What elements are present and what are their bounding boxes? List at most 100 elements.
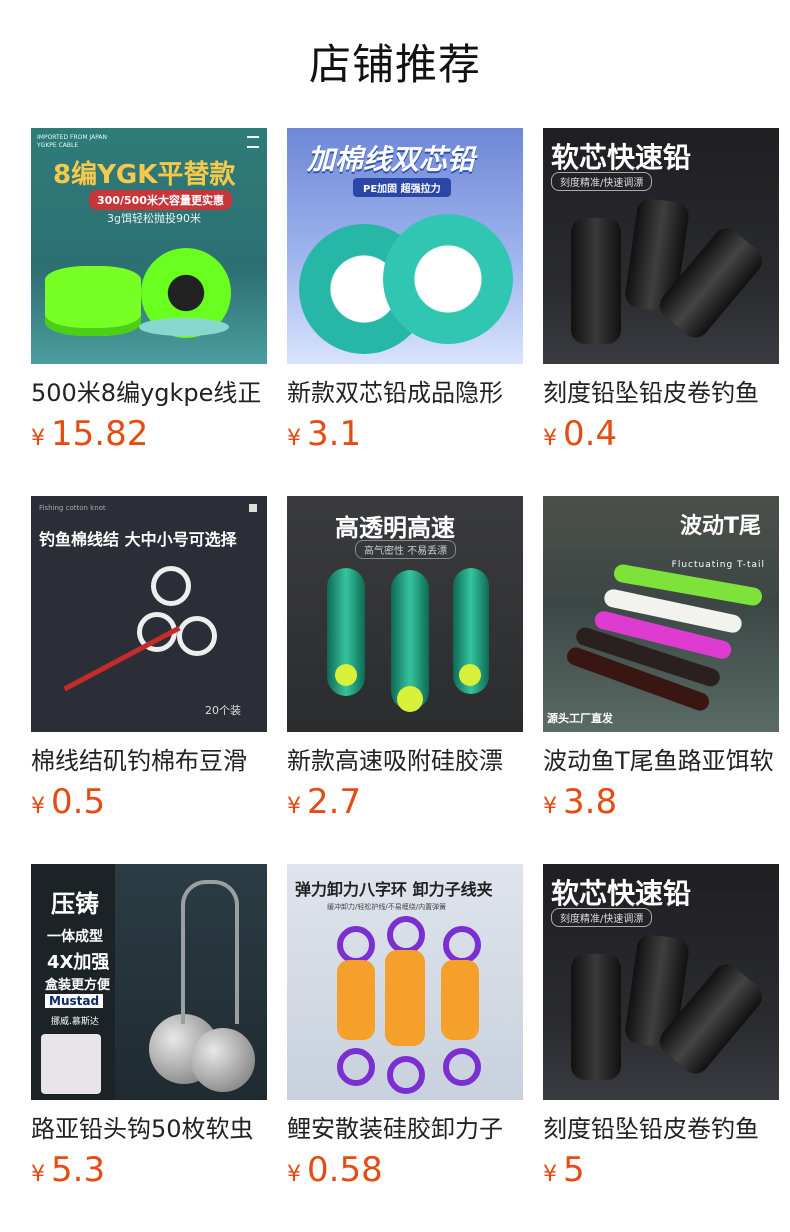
product-card[interactable]: 波动T尾 Fluctuating T-tail 源头工厂直发 波动鱼T尾鱼路亚饵… <box>543 496 779 864</box>
image-subtitle: Fluctuating T-tail <box>671 560 765 570</box>
image-subtitle: 高气密性 不易丢漂 <box>355 540 457 559</box>
swivel-body-icon <box>385 950 425 1046</box>
grid-icon <box>249 504 257 512</box>
currency-symbol: ¥ <box>31 1162 45 1187</box>
product-name[interactable]: 新款双芯铅成品隐形 <box>287 376 523 410</box>
image-subtitle: 刻度精准/快速调漂 <box>551 172 653 191</box>
image-headline: 加棉线双芯铅 <box>307 143 476 176</box>
image-caption: 20个装 <box>205 704 241 717</box>
product-card[interactable]: 压铸 一体成型 4X加强 盒装更方便 Mustad 挪威.慕斯达 路亚铅头钩50… <box>31 864 267 1232</box>
image-caption: 源头工厂直发 <box>547 712 613 725</box>
image-headline: 软芯快速铅 <box>551 141 692 174</box>
price-value: 3.1 <box>307 414 362 454</box>
price-value: 0.5 <box>51 782 106 822</box>
product-price: ¥0.5 <box>31 782 267 826</box>
product-name[interactable]: 500米8编ygkpe线正 <box>31 376 267 410</box>
product-card[interactable]: 高透明高速 高气密性 不易丢漂 新款高速吸附硅胶漂 ¥2.7 <box>287 496 523 864</box>
sinker-icon <box>571 954 621 1080</box>
product-price: ¥5 <box>543 1150 779 1194</box>
swivel-body-icon <box>441 960 479 1040</box>
product-price: ¥0.4 <box>543 414 779 458</box>
image-caption: 4X加强 <box>47 952 110 973</box>
product-name[interactable]: 棉线结矶钓棉布豆滑 <box>31 744 267 778</box>
product-price: ¥3.8 <box>543 782 779 826</box>
currency-symbol: ¥ <box>543 426 557 451</box>
float-bead-icon <box>459 664 481 686</box>
price-value: 0.58 <box>307 1150 383 1190</box>
float-bead-icon <box>397 686 423 712</box>
product-name[interactable]: 路亚铅头钩50枚软虫 <box>31 1112 267 1146</box>
ring-icon <box>177 616 217 656</box>
product-image[interactable]: 弹力卸力八字环 卸力子线夹 缓冲卸力/轻松护线/不易缠绕/内置弹簧 <box>287 864 523 1100</box>
product-price: ¥2.7 <box>287 782 523 826</box>
product-name[interactable]: 鲤安散装硅胶卸力子 <box>287 1112 523 1146</box>
product-name[interactable]: 刻度铅坠铅皮卷钓鱼 <box>543 1112 779 1146</box>
hook-icon <box>181 880 239 1024</box>
image-subtitle: 刻度精准/快速调漂 <box>551 908 653 927</box>
product-name[interactable]: 波动鱼T尾鱼路亚饵软 <box>543 744 779 778</box>
image-headline: 波动T尾 <box>679 514 761 539</box>
image-subtitle: PE加固 超强拉力 <box>353 178 451 197</box>
product-card[interactable]: 软芯快速铅 刻度精准/快速调漂 刻度铅坠铅皮卷钓鱼 ¥5 <box>543 864 779 1232</box>
image-headline: 钓鱼棉线结 大中小号可选择 <box>39 530 237 549</box>
swivel-ring-icon <box>387 1056 425 1094</box>
thread-icon <box>63 625 181 692</box>
sinker-icon <box>571 218 621 344</box>
price-value: 0.4 <box>563 414 618 454</box>
image-headline: 软芯快速铅 <box>551 877 692 910</box>
product-card[interactable]: 弹力卸力八字环 卸力子线夹 缓冲卸力/轻松护线/不易缠绕/内置弹簧 鲤安散装硅胶… <box>287 864 523 1232</box>
image-badge: 300/500米大容量更实惠 <box>89 190 232 210</box>
currency-symbol: ¥ <box>543 794 557 819</box>
product-card[interactable]: 加棉线双芯铅 PE加固 超强拉力 新款双芯铅成品隐形 ¥3.1 <box>287 128 523 496</box>
product-card[interactable]: IMPORTED FROM JAPAN YGKPE CABLE 8编YGK平替款… <box>31 128 267 496</box>
product-image[interactable]: 高透明高速 高气密性 不易丢漂 <box>287 496 523 732</box>
product-image[interactable]: Fishing cotton knot 钓鱼棉线结 大中小号可选择 20个装 <box>31 496 267 732</box>
page-title: 店铺推荐 <box>308 40 481 89</box>
line-spool-icon <box>383 214 513 344</box>
swivel-ring-icon <box>443 926 481 964</box>
image-headline: 高透明高速 <box>335 514 455 542</box>
jighead-icon <box>191 1028 255 1092</box>
brand-label: Mustad <box>45 994 104 1008</box>
product-image[interactable]: 波动T尾 Fluctuating T-tail 源头工厂直发 <box>543 496 779 732</box>
product-price: ¥3.1 <box>287 414 523 458</box>
product-image[interactable]: 压铸 一体成型 4X加强 盒装更方便 Mustad 挪威.慕斯达 <box>31 864 267 1100</box>
price-value: 3.8 <box>563 782 618 822</box>
product-name[interactable]: 刻度铅坠铅皮卷钓鱼 <box>543 376 779 410</box>
swivel-ring-icon <box>387 916 425 954</box>
currency-symbol: ¥ <box>287 794 301 819</box>
float-bead-icon <box>335 664 357 686</box>
image-headline: 弹力卸力八字环 卸力子线夹 <box>295 880 493 899</box>
image-headline: 8编YGK平替款 <box>53 160 236 190</box>
price-value: 5 <box>563 1150 585 1190</box>
product-name[interactable]: 新款高速吸附硅胶漂 <box>287 744 523 778</box>
currency-symbol: ¥ <box>31 426 45 451</box>
image-caption: YGKPE CABLE <box>37 142 79 149</box>
image-subtitle: 缓冲卸力/轻松护线/不易缠绕/内置弹簧 <box>327 903 447 911</box>
image-caption: Fishing cotton knot <box>39 504 106 512</box>
product-price: ¥15.82 <box>31 414 267 458</box>
currency-symbol: ¥ <box>287 426 301 451</box>
product-grid: IMPORTED FROM JAPAN YGKPE CABLE 8编YGK平替款… <box>31 128 779 1232</box>
image-caption: 一体成型 <box>47 929 103 945</box>
image-subtitle: 3g饵轻松抛投90米 <box>107 212 201 225</box>
swivel-ring-icon <box>337 926 375 964</box>
ring-icon <box>151 566 191 606</box>
pedestal-icon <box>139 318 229 336</box>
price-value: 15.82 <box>51 414 149 454</box>
product-image[interactable]: 加棉线双芯铅 PE加固 超强拉力 <box>287 128 523 364</box>
image-caption: 挪威.慕斯达 <box>51 1017 99 1027</box>
product-image[interactable]: 软芯快速铅 刻度精准/快速调漂 <box>543 128 779 364</box>
line-spool-icon <box>45 266 141 336</box>
swivel-ring-icon <box>337 1048 375 1086</box>
product-image[interactable]: 软芯快速铅 刻度精准/快速调漂 <box>543 864 779 1100</box>
currency-symbol: ¥ <box>287 1162 301 1187</box>
product-card[interactable]: 软芯快速铅 刻度精准/快速调漂 刻度铅坠铅皮卷钓鱼 ¥0.4 <box>543 128 779 496</box>
currency-symbol: ¥ <box>543 1162 557 1187</box>
image-caption: 盒装更方便 <box>45 978 111 993</box>
product-card[interactable]: Fishing cotton knot 钓鱼棉线结 大中小号可选择 20个装 棉… <box>31 496 267 864</box>
product-image[interactable]: IMPORTED FROM JAPAN YGKPE CABLE 8编YGK平替款… <box>31 128 267 364</box>
image-caption: IMPORTED FROM JAPAN <box>37 134 108 141</box>
package-icon <box>41 1034 101 1094</box>
price-value: 5.3 <box>51 1150 106 1190</box>
